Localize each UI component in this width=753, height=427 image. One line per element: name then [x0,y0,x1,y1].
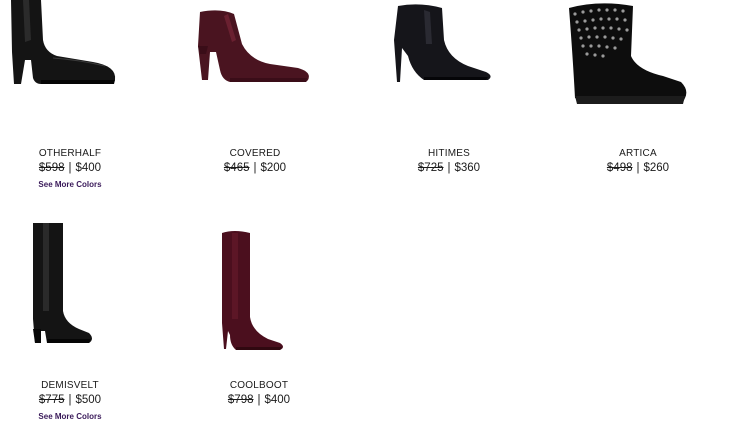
product-price: $465 | $200 [170,160,340,176]
product-card-hitimes[interactable]: HITIMES $725 | $360 [364,0,534,174]
product-image-covered[interactable] [170,0,340,130]
product-name[interactable]: COOLBOOT [174,379,344,392]
price-separator: | [253,162,257,174]
product-name[interactable]: ARTICA [553,147,723,160]
black-heeled-ankle-boot-image [11,0,116,84]
product-image-demisvelt[interactable] [0,219,155,359]
sale-price: $400 [264,394,291,406]
price-separator: | [68,162,72,174]
product-card-covered[interactable]: COVERED $465 | $200 [170,0,340,174]
original-price: $725 [417,162,444,174]
see-more-colors-link[interactable]: See More Colors [0,411,155,423]
product-name[interactable]: HITIMES [364,147,534,160]
original-price: $598 [38,162,65,174]
black-studded-boot-image [569,3,687,104]
original-price: $775 [38,394,65,406]
product-price: $598 | $400 [0,160,155,176]
product-card-otherhalf[interactable]: OTHERHALF $598 | $400 See More Colors [0,0,155,189]
product-image-artica[interactable] [553,0,723,130]
product-grid: OTHERHALF $598 | $400 See More Colors COVE… [0,0,753,427]
product-image-otherhalf[interactable] [0,0,155,130]
sale-price: $200 [260,162,287,174]
sale-price: $500 [75,394,102,406]
product-price: $798 | $400 [174,392,344,408]
product-image-hitimes[interactable] [364,0,534,130]
sale-price: $260 [643,162,670,174]
price-separator: | [68,394,72,406]
product-card-demisvelt[interactable]: DEMISVELT $775 | $500 See More Colors [0,219,155,421]
price-separator: | [447,162,451,174]
see-more-colors-link[interactable]: See More Colors [0,179,155,191]
product-name[interactable]: DEMISVELT [0,379,155,392]
black-stiletto-bootie-image [394,4,491,82]
product-price: $725 | $360 [364,160,534,176]
product-name[interactable]: OTHERHALF [0,147,155,160]
product-name[interactable]: COVERED [170,147,340,160]
original-price: $465 [223,162,250,174]
product-image-coolboot[interactable] [174,219,344,359]
product-price: $498 | $260 [553,160,723,176]
burgundy-heeled-bootie-image [198,10,309,82]
black-knee-boot-image [33,223,92,343]
sale-price: $360 [454,162,481,174]
product-card-artica[interactable]: ARTICA $498 | $260 [553,0,723,174]
original-price: $798 [227,394,254,406]
original-price: $498 [606,162,633,174]
product-card-coolboot[interactable]: COOLBOOT $798 | $400 [174,219,344,406]
burgundy-knee-boot-image [222,231,283,350]
sale-price: $400 [75,162,102,174]
product-price: $775 | $500 [0,392,155,408]
price-separator: | [257,394,261,406]
price-separator: | [636,162,640,174]
